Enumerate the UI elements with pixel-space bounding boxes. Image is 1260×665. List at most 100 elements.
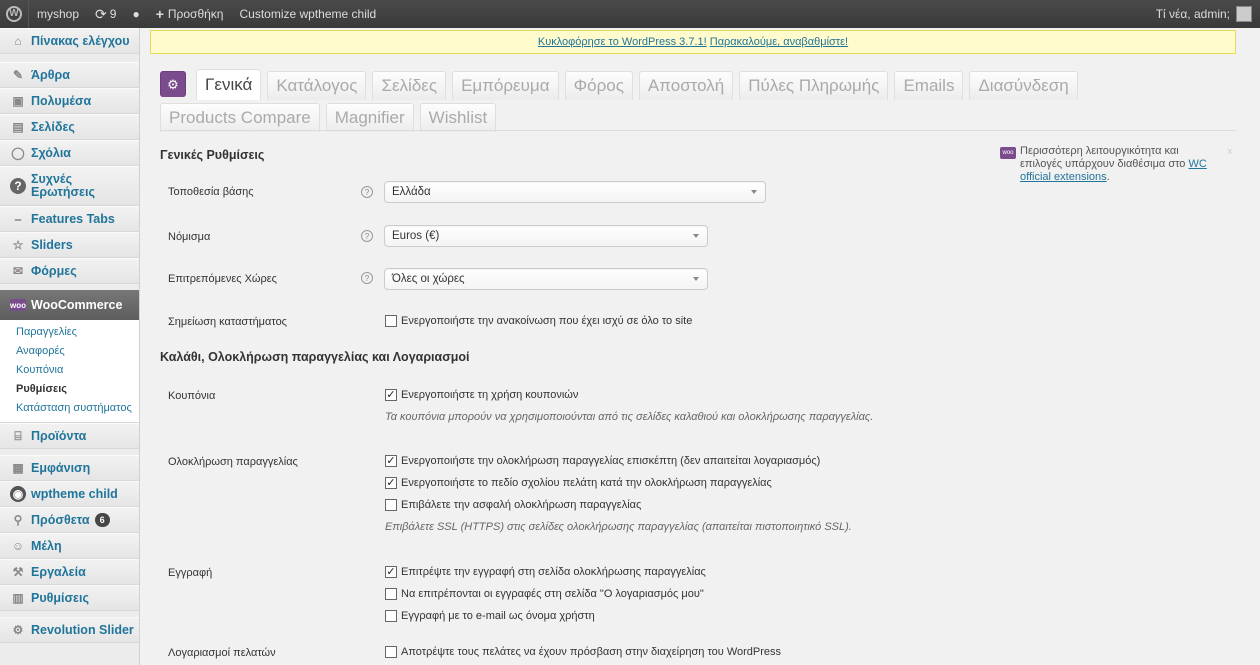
plugins-update-badge: 6 xyxy=(94,513,110,527)
divider xyxy=(160,130,1236,131)
coupons-checkbox[interactable]: ✓ xyxy=(385,389,397,401)
secure-checkout-checkbox[interactable] xyxy=(385,499,397,511)
sidebar-item-posts[interactable]: ✎ Άρθρα xyxy=(0,62,139,88)
updates-link[interactable]: ⟳ 9 xyxy=(87,0,124,28)
site-name-link[interactable]: myshop xyxy=(29,0,87,28)
admin-sidebar: ⌂ Πίνακας ελέγχου ✎ Άρθρα ▣ Πολυμέσα ▤ Σελίδ… xyxy=(0,28,140,665)
guest-checkout-option[interactable]: ✓ Ενεργοποιήστε την ολοκλήρωση παραγγελί… xyxy=(385,455,820,467)
sidebar-item-settings[interactable]: ▥ Ρυθμίσεις xyxy=(0,585,139,611)
sidebar-item-users[interactable]: ☺ Μέλη xyxy=(0,533,139,559)
submenu-item-reports[interactable]: Αναφορές xyxy=(0,342,139,361)
coupons-option[interactable]: ✓ Ενεργοποιήστε τη χρήση κουπονιών xyxy=(385,389,578,401)
checkout-registration-checkbox[interactable]: ✓ xyxy=(385,566,397,578)
theme-icon: ◉ xyxy=(10,486,26,502)
allowed-countries-select[interactable]: Όλες οι χώρες xyxy=(384,268,708,290)
tabs-icon: ⎯ xyxy=(14,211,21,226)
settings-icon: ▥ xyxy=(12,591,24,605)
sidebar-item-dashboard[interactable]: ⌂ Πίνακας ελέγχου xyxy=(0,28,139,54)
sidebar-item-wptheme-child[interactable]: ◉ wptheme child xyxy=(0,481,139,507)
help-icon[interactable]: ? xyxy=(361,186,373,198)
tab-wishlist[interactable]: Wishlist xyxy=(419,103,497,132)
base-location-label: Τοποθεσία βάσης xyxy=(168,186,254,198)
wordpress-logo-icon[interactable]: W xyxy=(0,0,28,28)
base-location-select[interactable]: Ελλάδα xyxy=(384,181,766,203)
sidebar-item-label: Εργαλεία xyxy=(31,564,86,579)
sidebar-item-label: Πρόσθετα xyxy=(31,512,90,527)
tab-tax[interactable]: Φόρος xyxy=(564,71,633,100)
sidebar-item-products[interactable]: ⌸ Προϊόντα xyxy=(0,423,139,449)
sidebar-item-label: Sliders xyxy=(31,237,73,252)
allowed-countries-value: Όλες οι χώρες xyxy=(392,273,465,285)
tab-payment-gateways[interactable]: Πύλες Πληρωμής xyxy=(739,71,889,100)
sidebar-item-plugins[interactable]: ⚲ Πρόσθετα 6 xyxy=(0,507,139,533)
guest-checkout-checkbox[interactable]: ✓ xyxy=(385,455,397,467)
updates-count: 9 xyxy=(109,7,117,21)
prevent-admin-access-checkbox[interactable] xyxy=(385,646,397,658)
tab-products-compare[interactable]: Products Compare xyxy=(160,103,320,132)
currency-select[interactable]: Euros (€) xyxy=(384,225,708,247)
chevron-down-icon xyxy=(751,190,757,194)
comments-link[interactable]: ● xyxy=(124,0,147,28)
tab-emails[interactable]: Emails xyxy=(894,71,964,100)
submenu-item-system-status[interactable]: Κατάσταση συστήματος xyxy=(0,399,139,418)
appearance-icon: ▦ xyxy=(12,461,24,475)
add-new-label: Προσθήκη xyxy=(167,7,224,21)
pages-icon: ▤ xyxy=(12,120,24,134)
tab-catalog[interactable]: Κατάλογος xyxy=(267,71,367,100)
help-icon[interactable]: ? xyxy=(361,272,373,284)
submenu-item-orders[interactable]: Παραγγελίες xyxy=(0,323,139,342)
secure-checkout-text: Επιβάλετε την ασφαλή ολοκλήρωση παραγγελ… xyxy=(401,499,642,511)
my-account-link[interactable]: Τί νέα, admin; xyxy=(1148,0,1260,28)
tab-magnifier[interactable]: Magnifier xyxy=(325,103,414,132)
registration-label: Εγγραφή xyxy=(168,567,213,579)
update-notice: Κυκλοφόρησε το WordPress 3.7.1! Παρακαλο… xyxy=(150,30,1236,54)
checkout-registration-option[interactable]: ✓ Επιτρέψτε την εγγραφή στη σελίδα ολοκλ… xyxy=(385,566,706,578)
sidebar-item-label: wptheme child xyxy=(31,486,118,501)
sidebar-item-faq[interactable]: ? Συχνές Ερωτήσεις xyxy=(0,166,139,206)
sidebar-item-comments[interactable]: ◯ Σχόλια xyxy=(0,140,139,166)
coupons-description: Τα κουπόνια μπορούν να χρησιμοποιούνται … xyxy=(385,411,874,423)
store-notice-option[interactable]: Ενεργοποιήστε την ανακοίνωση που έχει ισ… xyxy=(385,315,692,327)
secure-checkout-option[interactable]: Επιβάλετε την ασφαλή ολοκλήρωση παραγγελ… xyxy=(385,499,641,511)
wordpress-release-link[interactable]: Κυκλοφόρησε το WordPress 3.7.1! xyxy=(538,36,707,48)
email-username-option[interactable]: Εγγραφή με το e-mail ως όνομα χρήστη xyxy=(385,610,595,622)
tab-pages[interactable]: Σελίδες xyxy=(372,71,447,100)
order-comments-checkbox[interactable]: ✓ xyxy=(385,477,397,489)
sidebar-item-features-tabs[interactable]: ⎯ Features Tabs xyxy=(0,206,139,232)
sidebar-item-tools[interactable]: ⚒ Εργαλεία xyxy=(0,559,139,585)
tab-general[interactable]: Γενικά xyxy=(196,69,262,100)
sidebar-item-appearance[interactable]: ▦ Εμφάνιση xyxy=(0,455,139,481)
question-icon: ? xyxy=(10,178,26,194)
myaccount-registration-option[interactable]: Να επιτρέπονται οι εγγραφές στη σελίδα "… xyxy=(385,588,704,600)
close-icon[interactable]: x xyxy=(1228,145,1233,158)
update-now-link[interactable]: Παρακαλούμε, αναβαθμίστε! xyxy=(710,36,848,48)
sidebar-item-forms[interactable]: ✉ Φόρμες xyxy=(0,258,139,284)
sidebar-item-media[interactable]: ▣ Πολυμέσα xyxy=(0,88,139,114)
sidebar-item-woocommerce[interactable]: woo WooCommerce xyxy=(0,290,139,320)
prevent-admin-access-option[interactable]: Αποτρέψτε τους πελάτες να έχουν πρόσβαση… xyxy=(385,646,781,658)
comment-bubble-icon: ● xyxy=(132,7,140,21)
star-icon: ☆ xyxy=(12,238,24,252)
help-icon[interactable]: ? xyxy=(361,230,373,242)
sidebar-item-sliders[interactable]: ☆ Sliders xyxy=(0,232,139,258)
submenu-item-coupons[interactable]: Κουπόνια xyxy=(0,361,139,380)
chevron-down-icon xyxy=(693,234,699,238)
tab-inventory[interactable]: Εμπόρευμα xyxy=(452,71,559,100)
settings-tabs: ⚙ Γενικά Κατάλογος Σελίδες Εμπόρευμα Φόρ… xyxy=(160,68,1160,132)
submenu-item-settings[interactable]: Ρυθμίσεις xyxy=(0,380,139,399)
woocommerce-settings-icon[interactable]: ⚙ xyxy=(160,71,186,97)
slider-icon: ⚙ xyxy=(12,623,24,637)
sidebar-item-label: Συχνές Ερωτήσεις xyxy=(31,172,95,199)
sidebar-item-revolution-slider[interactable]: ⚙ Revolution Slider xyxy=(0,617,139,643)
customize-link[interactable]: Customize wptheme child xyxy=(231,0,384,28)
order-comments-text: Ενεργοποιήστε το πεδίο σχολίου πελάτη κα… xyxy=(401,477,772,489)
sidebar-item-label: Φόρμες xyxy=(31,263,77,278)
order-comments-option[interactable]: ✓ Ενεργοποιήστε το πεδίο σχολίου πελάτη … xyxy=(385,477,772,489)
email-username-checkbox[interactable] xyxy=(385,610,397,622)
store-notice-checkbox[interactable] xyxy=(385,315,397,327)
add-new-link[interactable]: + Προσθήκη xyxy=(148,0,232,28)
tab-shipping[interactable]: Αποστολή xyxy=(638,71,734,100)
sidebar-item-pages[interactable]: ▤ Σελίδες xyxy=(0,114,139,140)
myaccount-registration-checkbox[interactable] xyxy=(385,588,397,600)
tab-integration[interactable]: Διασύνδεση xyxy=(969,71,1078,100)
